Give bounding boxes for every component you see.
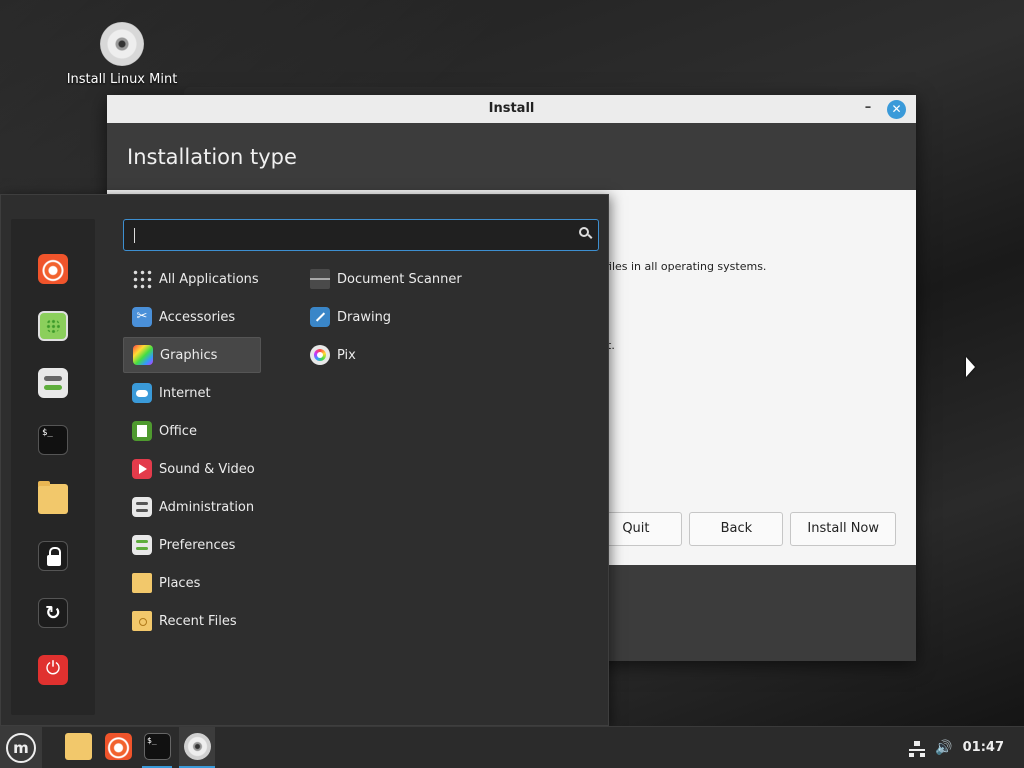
category-label: Recent Files: [159, 613, 237, 629]
category-label: Internet: [159, 385, 211, 401]
preferences-icon: [132, 535, 152, 555]
volume-icon[interactable]: 🔊: [935, 740, 952, 756]
installer-buttons: Quit Back Install Now: [589, 512, 896, 546]
category-label: Sound & Video: [159, 461, 255, 477]
category-label: Office: [159, 423, 197, 439]
system-tray: 🔊 01:47: [909, 727, 1004, 768]
logout-icon[interactable]: ↻: [38, 598, 68, 628]
network-icon[interactable]: [909, 740, 926, 757]
mouse-cursor-icon: [966, 357, 975, 377]
category-office[interactable]: Office: [123, 413, 261, 449]
settings-icon[interactable]: [38, 368, 68, 398]
desktop-icon-install-linux-mint[interactable]: Install Linux Mint: [62, 22, 182, 87]
category-label: Accessories: [159, 309, 236, 325]
start-menu: $_ ↻ ⏻ All Applications ✂ Accessories Gr…: [0, 194, 609, 726]
option-description-fragment: r files in all operating systems.: [597, 260, 767, 273]
close-icon[interactable]: ✕: [887, 100, 906, 119]
category-recent-files[interactable]: Recent Files: [123, 603, 261, 639]
background-window-edge: [184, 87, 838, 95]
taskbar: m $_ 🔊 01:47: [0, 726, 1024, 768]
install-now-button[interactable]: Install Now: [790, 512, 896, 546]
taskbar-installer-window[interactable]: [179, 727, 215, 768]
category-preferences[interactable]: Preferences: [123, 527, 261, 563]
drawing-icon: [310, 307, 330, 327]
back-button[interactable]: Back: [689, 512, 784, 546]
grid-icon: [132, 269, 152, 289]
category-label: All Applications: [159, 271, 259, 287]
taskbar-files-launcher[interactable]: [60, 727, 96, 768]
clock[interactable]: 01:47: [963, 740, 1004, 755]
window-titlebar[interactable]: Install – ✕: [107, 95, 916, 123]
scanner-icon: [310, 269, 330, 289]
window-title: Install: [488, 101, 535, 116]
lock-screen-icon[interactable]: [38, 541, 68, 571]
search-icon: [579, 227, 589, 237]
start-menu-button[interactable]: m: [0, 727, 42, 768]
pix-icon: [310, 345, 330, 365]
cloud-icon: [132, 383, 152, 403]
category-administration[interactable]: Administration: [123, 489, 261, 525]
category-accessories[interactable]: ✂ Accessories: [123, 299, 261, 335]
folder-icon: [132, 573, 152, 593]
category-label: Preferences: [159, 537, 236, 553]
desktop-icon-label: Install Linux Mint: [66, 72, 178, 87]
page-title: Installation type: [107, 123, 916, 190]
category-graphics[interactable]: Graphics: [123, 337, 261, 373]
app-document-scanner[interactable]: Document Scanner: [301, 261, 501, 297]
app-drawing[interactable]: Drawing: [301, 299, 501, 335]
files-icon[interactable]: [38, 481, 68, 514]
category-places[interactable]: Places: [123, 565, 261, 601]
terminal-icon[interactable]: $_: [38, 425, 68, 455]
power-icon[interactable]: ⏻: [38, 655, 68, 685]
minimize-icon[interactable]: –: [858, 98, 878, 118]
graphics-icon: [133, 345, 153, 365]
calculator-icon[interactable]: [38, 311, 68, 341]
category-all-applications[interactable]: All Applications: [123, 261, 261, 297]
taskbar-terminal-launcher[interactable]: $_: [139, 727, 175, 768]
app-label: Document Scanner: [337, 271, 462, 287]
play-icon: [132, 459, 152, 479]
app-label: Drawing: [337, 309, 392, 325]
cd-icon: [184, 733, 211, 760]
firefox-icon: [105, 733, 132, 760]
category-label: Places: [159, 575, 201, 591]
search-input[interactable]: [123, 219, 599, 251]
admin-icon: [132, 497, 152, 517]
firefox-icon[interactable]: [38, 254, 68, 284]
taskbar-firefox-launcher[interactable]: [100, 727, 136, 768]
category-label: Graphics: [160, 347, 218, 363]
recent-folder-icon: [132, 611, 152, 631]
cd-icon: [100, 22, 144, 66]
category-label: Administration: [159, 499, 255, 515]
text-caret: [134, 228, 135, 243]
app-label: Pix: [337, 347, 356, 363]
linux-mint-logo-icon: m: [6, 733, 36, 763]
files-icon: [65, 733, 92, 760]
scissors-icon: ✂: [132, 307, 152, 327]
terminal-icon: $_: [144, 733, 171, 760]
category-sound-video[interactable]: Sound & Video: [123, 451, 261, 487]
app-pix[interactable]: Pix: [301, 337, 501, 373]
favorites-bar: $_ ↻ ⏻: [11, 219, 95, 715]
category-internet[interactable]: Internet: [123, 375, 261, 411]
office-icon: [132, 421, 152, 441]
